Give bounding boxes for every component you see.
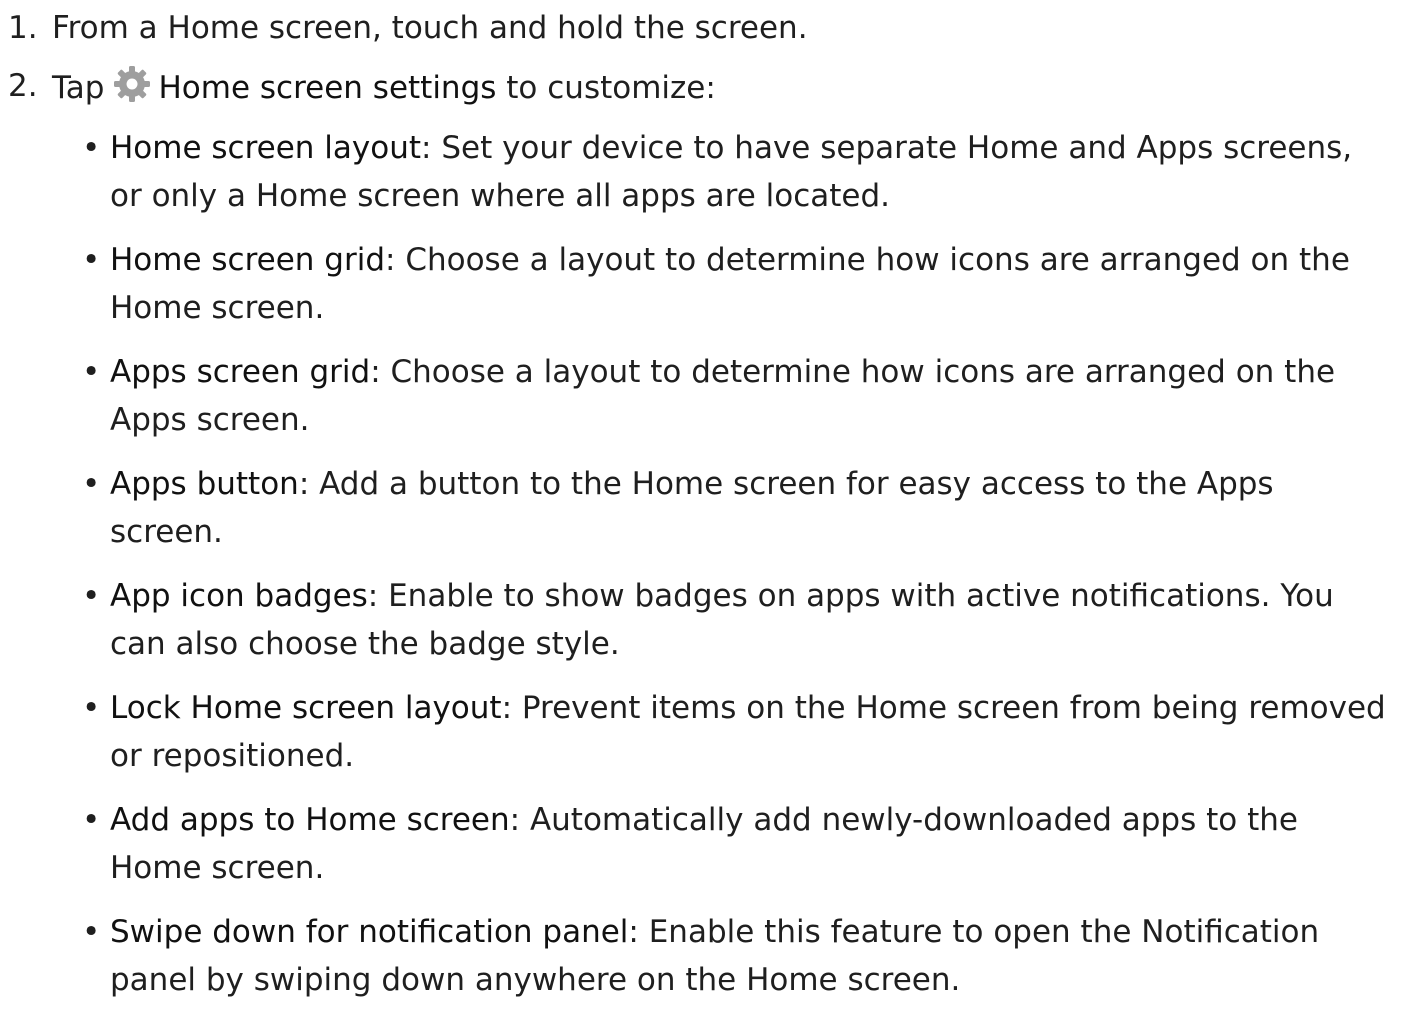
bullet-dot: • [82,130,101,166]
bullet-dot: • [82,914,101,950]
bullet-dot: • [82,578,101,614]
list-item: • Home screen grid: Choose a layout to de… [0,236,1403,332]
list-item: • Lock Home screen layout: Prevent items … [0,684,1403,780]
setting-term: Home screen grid [110,242,386,278]
step-number: 1. [8,10,38,46]
setting-term: Home screen layout [110,130,422,166]
setting-term: Swipe down for notification panel [110,914,629,950]
bullet-dot: • [82,466,101,502]
setting-term: Apps screen grid [110,354,371,390]
list-item: • Apps button: Add a button to the Home s… [0,460,1403,556]
step-1: 1. From a Home screen, touch and hold the… [0,4,1403,66]
step-suffix: to customize: [496,70,716,106]
step-text: From a Home screen, touch and hold the s… [52,10,808,46]
list-item: • Swipe down for notification panel: Enab… [0,908,1403,1004]
list-item: • Home screen layout: Set your device to … [0,124,1403,220]
setting-term: Lock Home screen layout [110,690,502,726]
bullet-dot: • [82,242,101,278]
bullet-dot: • [82,690,101,726]
step-number: 2. [8,68,38,104]
instructions-document: 1. From a Home screen, touch and hold the… [0,0,1403,1020]
settings-list: • Home screen layout: Set your device to … [0,124,1403,1004]
step-prefix: Tap [52,70,105,106]
list-item: • Apps screen grid: Choose a layout to de… [0,348,1403,444]
setting-term: Add apps to Home screen [110,802,510,838]
bullet-dot: • [82,802,101,838]
setting-term: Apps button [110,466,299,502]
gear-icon [110,62,154,106]
step-2: 2. Tap Home screen settings to customize: [0,62,1403,124]
list-item: • App icon badges: Enable to show badges … [0,572,1403,668]
setting-term: App icon badges [110,578,368,614]
bullet-dot: • [82,354,101,390]
step-term: Home screen settings [158,70,497,106]
list-item: • Add apps to Home screen: Automatically … [0,796,1403,892]
